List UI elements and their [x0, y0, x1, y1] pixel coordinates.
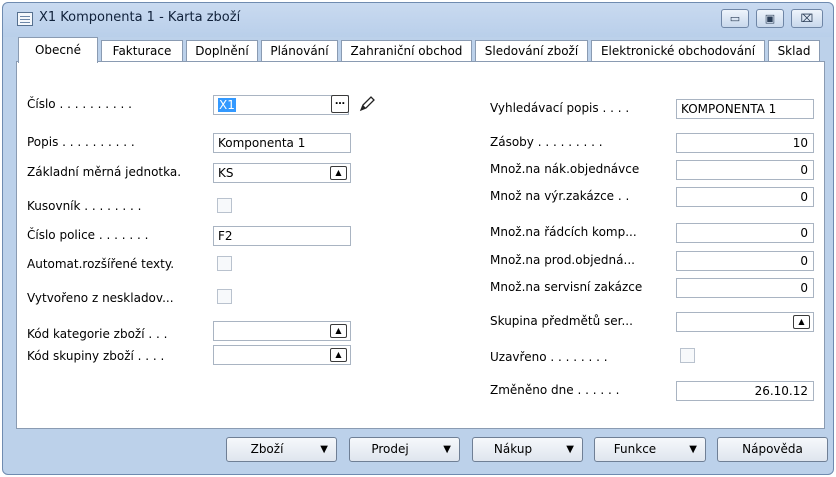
uzavreno-checkbox[interactable] — [680, 348, 695, 363]
edit-pencil-icon[interactable] — [357, 94, 377, 114]
skupina-predmetu-dropdown-icon[interactable]: ▲ — [793, 315, 810, 329]
prodej-menu-arrow-icon: ▼ — [443, 444, 451, 455]
funkce-button-label: Funkce — [613, 442, 657, 456]
vyhledavaci-field[interactable]: KOMPONENTA 1 — [676, 99, 814, 119]
prod-obj-label: Množ.na prod.objedná... — [490, 253, 635, 267]
napoveda-button-label: Nápověda — [742, 442, 803, 456]
close-button[interactable]: ⌧ — [791, 9, 823, 28]
napoveda-button[interactable]: Nápověda — [717, 437, 828, 462]
popis-label: Popis . . . . . . . . . . — [27, 135, 135, 149]
kategorie-label: Kód kategorie zboží . . . — [27, 327, 168, 341]
skupina-label: Kód skupiny zboží . . . . — [27, 349, 165, 363]
mj-dropdown-icon[interactable]: ▲ — [330, 166, 347, 180]
zasoby-label: Zásoby . . . . . . . . . — [490, 135, 603, 149]
radky-komp-field[interactable]: 0 — [676, 223, 814, 243]
tab-doplneni[interactable]: Doplnění — [186, 40, 258, 62]
police-label: Číslo police . . . . . . . — [27, 228, 149, 242]
vytvoreno-checkbox[interactable] — [217, 289, 232, 304]
radky-komp-label: Množ.na řádcích komp... — [490, 225, 637, 239]
kusovnik-label: Kusovník . . . . . . . . — [27, 199, 142, 213]
tab-sklad[interactable]: Sklad — [768, 40, 820, 62]
minimize-button[interactable]: ▭ — [721, 9, 749, 28]
nakup-menu-button[interactable]: Nákup ▼ — [472, 437, 583, 462]
kategorie-field[interactable]: ▲ — [213, 321, 351, 341]
form-icon — [17, 12, 33, 26]
serv-zak-label: Množ.na servisní zakázce — [490, 280, 643, 294]
auto-texty-label: Automat.rozšířené texty. — [27, 257, 175, 271]
tab-elektronicke-obchodovani[interactable]: Elektronické obchodování — [591, 40, 765, 62]
skupina-predmetu-field[interactable]: ▲ — [676, 312, 814, 332]
mj-field[interactable]: KS ▲ — [213, 163, 351, 183]
tab-sledovani-zbozi[interactable]: Sledování zboží — [475, 40, 588, 62]
kategorie-dropdown-icon[interactable]: ▲ — [330, 324, 347, 338]
serv-zak-field[interactable]: 0 — [676, 278, 814, 298]
funkce-menu-button[interactable]: Funkce ▼ — [594, 437, 706, 462]
zbozi-menu-arrow-icon: ▼ — [320, 444, 328, 455]
tab-zahranicni-obchod[interactable]: Zahraniční obchod — [341, 40, 472, 62]
skupina-predmetu-label: Skupina předmětů ser... — [490, 314, 633, 328]
zasoby-field[interactable]: 10 — [676, 133, 814, 153]
zbozi-menu-button[interactable]: Zboží ▼ — [226, 437, 337, 462]
nakup-button-label: Nákup — [493, 442, 533, 456]
prod-obj-field[interactable]: 0 — [676, 251, 814, 271]
tab-planovani[interactable]: Plánování — [261, 40, 338, 62]
vyr-zak-label: Množ na výr.zakázce . . — [490, 189, 630, 203]
vyr-zak-field[interactable]: 0 — [676, 187, 814, 207]
uzavreno-label: Uzavřeno . . . . . . . . — [490, 350, 608, 364]
mj-label: Základní měrná jednotka. — [27, 165, 182, 179]
funkce-menu-arrow-icon: ▼ — [689, 444, 697, 455]
prodej-menu-button[interactable]: Prodej ▼ — [349, 437, 460, 462]
item-card-window: X1 Komponenta 1 - Karta zboží ▭ ▣ ⌧ Obec… — [2, 2, 834, 475]
vytvoreno-label: Vytvořeno z neskladov... — [27, 291, 174, 305]
nak-obj-field[interactable]: 0 — [676, 160, 814, 180]
cislo-lookup-button[interactable]: … — [331, 95, 349, 113]
title-bar[interactable]: X1 Komponenta 1 - Karta zboží ▭ ▣ ⌧ — [3, 3, 833, 37]
kusovnik-checkbox[interactable] — [217, 198, 232, 213]
tab-fakturace[interactable]: Fakturace — [101, 40, 183, 62]
police-field[interactable]: F2 — [213, 226, 351, 246]
window-title: X1 Komponenta 1 - Karta zboží — [39, 10, 241, 25]
zmeneno-field[interactable]: 26.10.12 — [676, 381, 814, 401]
skupina-field[interactable]: ▲ — [213, 345, 351, 365]
tab-obecne[interactable]: Obecné — [18, 37, 98, 63]
maximize-button[interactable]: ▣ — [756, 9, 784, 28]
cislo-label: Číslo . . . . . . . . . . — [27, 97, 132, 111]
skupina-dropdown-icon[interactable]: ▲ — [330, 348, 347, 362]
auto-texty-checkbox[interactable] — [217, 256, 232, 271]
vyhledavaci-label: Vyhledávací popis . . . . — [490, 101, 630, 115]
zbozi-button-label: Zboží — [250, 442, 284, 456]
nakup-menu-arrow-icon: ▼ — [566, 444, 574, 455]
cislo-field[interactable]: X1 — [213, 95, 349, 115]
prodej-button-label: Prodej — [371, 442, 409, 456]
popis-field[interactable]: Komponenta 1 — [213, 133, 351, 153]
nak-obj-label: Množ.na nák.objednávce — [490, 162, 640, 176]
zmeneno-label: Změněno dne . . . . . . — [490, 383, 620, 397]
